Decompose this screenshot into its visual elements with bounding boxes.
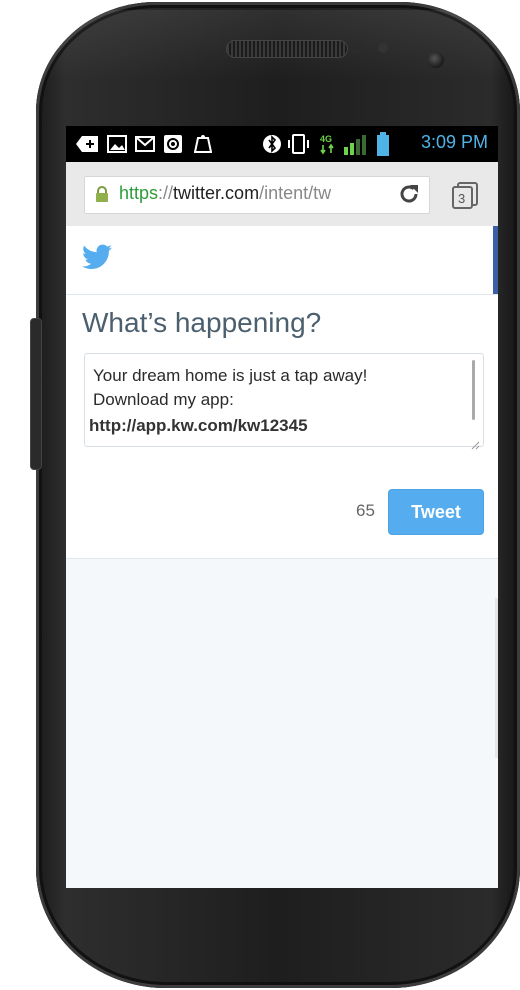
url-text: https://twitter.com/intent/tw (119, 183, 389, 204)
twitter-bird-icon (82, 244, 112, 270)
earpiece-speaker (226, 40, 348, 58)
browser-toolbar: https://twitter.com/intent/tw 3 (66, 162, 498, 227)
url-host: twitter.com (173, 183, 260, 203)
url-scheme: https (119, 183, 159, 203)
tweet-button[interactable]: Tweet (388, 489, 484, 535)
status-time: 3:09 PM (420, 132, 488, 152)
compose-card: What’s happening? Your dream home is jus… (66, 295, 498, 559)
url-field[interactable]: https://twitter.com/intent/tw (84, 176, 430, 214)
web-page: What’s happening? Your dream home is jus… (66, 226, 498, 888)
image-icon (106, 133, 128, 155)
tweet-link-line: http://app.kw.com/kw12345 (89, 416, 308, 435)
resize-grip-icon[interactable] (470, 433, 480, 450)
vibrate-icon (288, 133, 310, 155)
textarea-scrollbar[interactable] (472, 360, 475, 420)
add-notification-icon (76, 133, 100, 155)
status-bar: 4G 3:09 PM (66, 126, 498, 162)
lock-icon (95, 186, 109, 202)
tweet-text-line: Download my app: (93, 390, 234, 409)
bluetooth-icon (262, 133, 282, 155)
signal-icon (342, 133, 370, 155)
tabs-button[interactable]: 3 (450, 180, 480, 210)
tweet-textarea[interactable]: Your dream home is just a tap away! Down… (84, 353, 484, 450)
reload-icon[interactable] (397, 182, 421, 206)
battery-icon (376, 132, 390, 156)
phone-screen: 4G 3:09 PM https://twitter.com/intent/tw… (66, 126, 498, 888)
at-sign-icon (162, 133, 184, 155)
app-icon (192, 133, 214, 155)
header-edge (493, 226, 498, 294)
twitter-header (66, 226, 498, 295)
proximity-sensor (350, 42, 364, 54)
tab-count: 3 (458, 191, 465, 206)
4g-data-icon: 4G (318, 133, 338, 155)
url-separator: :// (158, 183, 174, 203)
gmail-icon (134, 133, 156, 155)
page-edge (495, 598, 498, 758)
url-path: /intent/tw (259, 183, 332, 203)
character-counter: 65 (356, 501, 375, 520)
volume-button (30, 318, 42, 470)
tweet-text-line: Your dream home is just a tap away! (93, 366, 368, 385)
front-camera (428, 52, 444, 68)
compose-heading: What’s happening? (82, 307, 322, 338)
svg-text:4G: 4G (320, 134, 332, 144)
light-sensor (378, 43, 388, 53)
